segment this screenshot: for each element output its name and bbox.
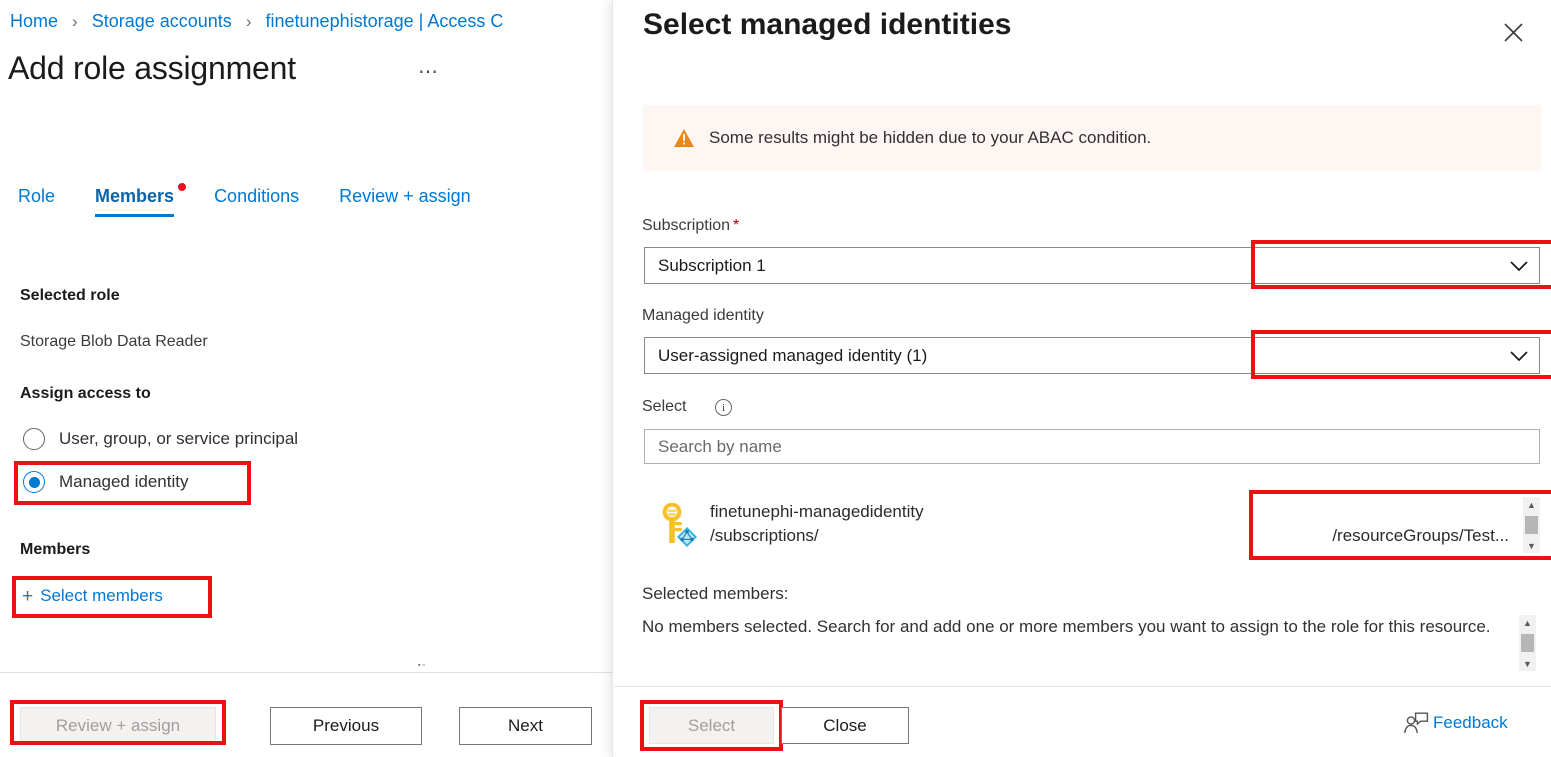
scroll-up-arrow-icon[interactable]: ▲ (1519, 615, 1536, 630)
breadcrumb-separator: › (246, 12, 252, 31)
plus-icon: + (22, 588, 33, 605)
tab-label: Review + assign (339, 186, 471, 206)
breadcrumb-separator: › (72, 12, 78, 31)
radio-user-group-service-principal[interactable]: User, group, or service principal (23, 428, 298, 450)
radio-circle-icon (23, 428, 45, 450)
search-identity-field[interactable] (644, 429, 1540, 464)
close-button[interactable]: Close (781, 707, 909, 744)
truncated-text-fragment: ▪ ▫ (418, 662, 425, 669)
chevron-down-icon (1499, 350, 1539, 362)
person-feedback-icon (1403, 712, 1429, 734)
radio-label: Managed identity (59, 472, 188, 492)
selected-members-scrollbar[interactable]: ▲ ▼ (1519, 615, 1536, 671)
breadcrumb: Home › Storage accounts › finetunephisto… (10, 8, 503, 35)
scrollbar-thumb[interactable] (1521, 634, 1534, 652)
button-label: Previous (313, 716, 379, 736)
feedback-link[interactable]: Feedback (1403, 712, 1508, 734)
selected-members-empty-text: No members selected. Search for and add … (642, 613, 1508, 640)
tab-label: Role (18, 186, 55, 206)
warning-triangle-icon (673, 127, 695, 149)
assign-access-to-heading: Assign access to (20, 385, 151, 403)
feedback-label: Feedback (1433, 713, 1508, 733)
managed-identity-value: User-assigned managed identity (1) (645, 346, 1499, 366)
managed-identity-label: Managed identity (642, 307, 764, 325)
scroll-down-arrow-icon[interactable]: ▼ (1519, 656, 1536, 671)
scroll-down-arrow-icon[interactable]: ▼ (1523, 538, 1540, 553)
breadcrumb-item-home[interactable]: Home (10, 11, 58, 31)
tab-label: Members (95, 186, 174, 206)
scrollbar-thumb[interactable] (1525, 516, 1538, 534)
breadcrumb-item-current[interactable]: finetunephistorage | Access C (266, 11, 504, 31)
identity-subscription-path: /subscriptions/ (710, 526, 819, 546)
chevron-down-icon (1499, 260, 1539, 272)
left-blade-footer: Review + assign Previous Next (0, 673, 612, 757)
breadcrumb-item-storage-accounts[interactable]: Storage accounts (92, 11, 232, 31)
tab-members[interactable]: Members (95, 186, 174, 217)
button-label: Close (823, 716, 866, 736)
selected-members-label: Selected members: (642, 584, 788, 604)
managed-identity-key-icon (658, 503, 698, 547)
select-members-label: Select members (40, 586, 163, 606)
subscription-label: Subscription* (642, 217, 739, 235)
search-input[interactable] (645, 430, 1539, 463)
required-marker: * (733, 217, 739, 234)
subscription-dropdown[interactable]: Subscription 1 (644, 247, 1540, 284)
managed-identity-dropdown[interactable]: User-assigned managed identity (1) (644, 337, 1540, 374)
close-icon[interactable] (1497, 16, 1529, 48)
azure-portal-screen: Home › Storage accounts › finetunephisto… (0, 0, 1551, 757)
select-label: Select (642, 398, 686, 416)
selected-role-heading: Selected role (20, 287, 120, 305)
identity-resource-group-path: /resourceGroups/Test... (1332, 526, 1509, 546)
results-scrollbar[interactable]: ▲ ▼ (1523, 497, 1540, 553)
button-label: Next (508, 716, 543, 736)
previous-button[interactable]: Previous (270, 707, 422, 745)
select-members-button[interactable]: + Select members (22, 586, 163, 606)
scroll-up-arrow-icon[interactable]: ▲ (1523, 497, 1540, 512)
identity-results-list: finetunephi-managedidentity /subscriptio… (644, 497, 1540, 553)
page-title: Add role assignment (8, 50, 296, 87)
more-actions-button[interactable]: ⋯ (418, 62, 440, 82)
next-button[interactable]: Next (459, 707, 592, 745)
list-item[interactable]: finetunephi-managedidentity /subscriptio… (644, 497, 1523, 553)
context-footer-divider (614, 686, 1551, 687)
tab-review-assign[interactable]: Review + assign (339, 186, 471, 217)
add-role-assignment-blade: Home › Storage accounts › finetunephisto… (0, 0, 612, 757)
selected-role-value: Storage Blob Data Reader (20, 333, 208, 351)
subscription-value: Subscription 1 (645, 256, 1499, 276)
review-assign-button[interactable]: Review + assign (20, 707, 216, 745)
radio-circle-icon (23, 471, 45, 493)
button-label: Review + assign (56, 716, 180, 736)
context-pane-title: Select managed identities (643, 8, 1011, 42)
info-icon[interactable]: i (715, 399, 732, 416)
wizard-tabs: Role Members Conditions Review + assign (18, 186, 511, 217)
identity-name: finetunephi-managedidentity (710, 502, 924, 522)
tab-role[interactable]: Role (18, 186, 55, 217)
radio-managed-identity[interactable]: Managed identity (23, 471, 188, 493)
tab-label: Conditions (214, 186, 299, 206)
members-heading: Members (20, 541, 90, 559)
warning-text: Some results might be hidden due to your… (709, 128, 1151, 148)
radio-label: User, group, or service principal (59, 429, 298, 449)
tab-conditions[interactable]: Conditions (214, 186, 299, 217)
select-confirm-button[interactable]: Select (649, 707, 774, 744)
button-label: Select (688, 716, 735, 736)
abac-warning-banner: Some results might be hidden due to your… (643, 105, 1541, 171)
subscription-label-text: Subscription (642, 217, 730, 234)
tab-notification-dot (178, 183, 186, 191)
select-managed-identities-pane: Select managed identities Some results m… (612, 0, 1551, 757)
list-item-texts: finetunephi-managedidentity /subscriptio… (710, 501, 1523, 549)
